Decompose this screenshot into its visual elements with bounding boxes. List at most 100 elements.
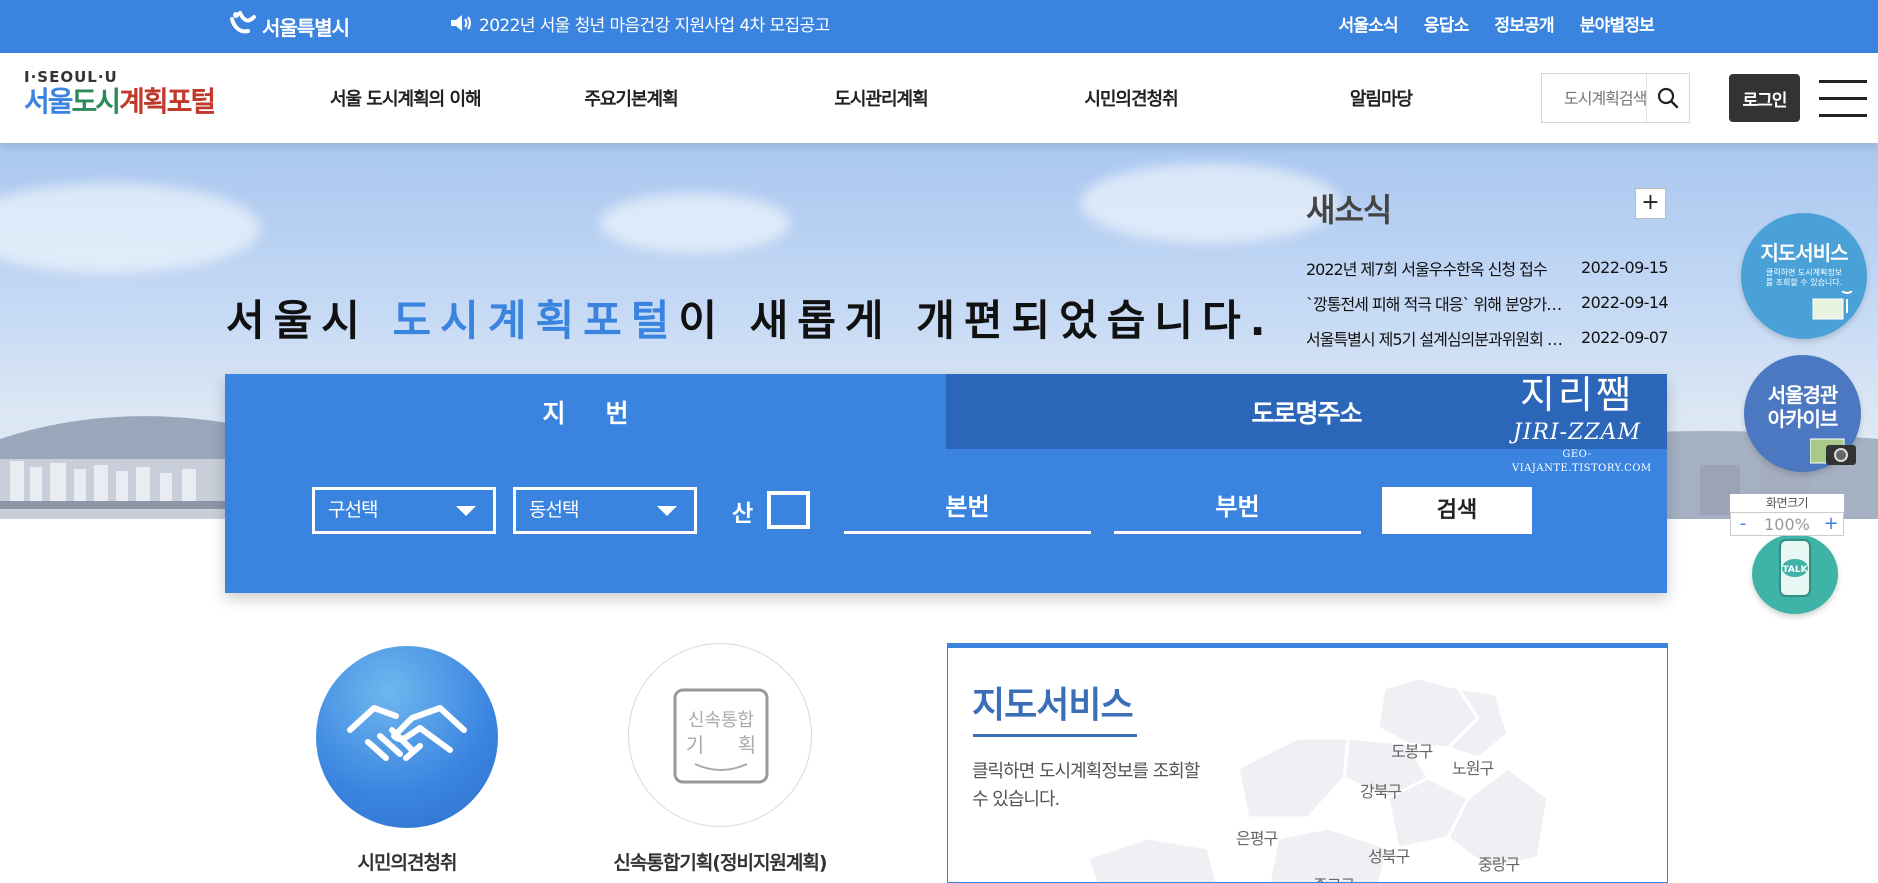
top-link-field-info[interactable]: 분야별정보 bbox=[1580, 11, 1655, 36]
zoom-buttons: - 100% + bbox=[1730, 512, 1844, 536]
cloud-decoration bbox=[1080, 163, 1340, 243]
zoom-out-button[interactable]: - bbox=[1731, 513, 1755, 535]
address-search-panel: 지번 도로명주소 구선택 동선택 산 본번 부번 검색 bbox=[225, 374, 1667, 593]
nav-basic-plans[interactable]: 주요기본계획 bbox=[506, 85, 756, 111]
landscape-archive-label: 서울경관 아카이브 bbox=[1767, 383, 1839, 431]
district-label[interactable]: 도봉구 bbox=[1391, 738, 1433, 762]
news-item[interactable]: `깡통전세 피해 적극 대응` 위해 분양가 공개 2022-09-14 bbox=[1306, 285, 1669, 320]
svg-text:기: 기 bbox=[686, 733, 704, 757]
top-link-disclosure[interactable]: 정보공개 bbox=[1494, 11, 1554, 36]
top-link-response[interactable]: 응답소 bbox=[1424, 11, 1469, 36]
seoul-logo-icon bbox=[230, 11, 256, 34]
dong-select-value: 동선택 bbox=[529, 499, 579, 521]
map-card-underline bbox=[973, 734, 1137, 737]
address-search-button[interactable]: 검색 bbox=[1382, 487, 1532, 534]
search-button[interactable] bbox=[1646, 74, 1689, 122]
zoom-control: 화면크기 - 100% + bbox=[1730, 494, 1844, 536]
news-title: 새소식 bbox=[1306, 191, 1392, 229]
hero-title-suffix: 이 새롭게 개편되었습니다. bbox=[678, 296, 1275, 345]
san-checkbox[interactable] bbox=[767, 491, 810, 529]
chevron-down-icon bbox=[456, 506, 476, 516]
brand-part: 도시 bbox=[71, 85, 122, 118]
brand-part: 계획 bbox=[119, 85, 169, 118]
san-label: 산 bbox=[732, 501, 754, 527]
landscape-archive-quick-button[interactable]: 서울경관 아카이브 bbox=[1744, 355, 1861, 472]
brand-name: 서울도시계획포털 bbox=[24, 85, 244, 119]
map-service-quick-button[interactable]: 지도서비스 클릭하면 도시계획정보를 조회할 수 있습니다. bbox=[1741, 213, 1867, 339]
seoul-logo[interactable]: 서울특별시 bbox=[226, 6, 350, 46]
main-nav: 서울 도시계획의 이해 주요기본계획 도시관리계획 시민의견청취 알림마당 bbox=[330, 53, 1506, 143]
watermark-title: 지리쨈 bbox=[1520, 373, 1634, 417]
top-links: 서울소식 응답소 정보공개 분야별정보 bbox=[1339, 10, 1655, 36]
watermark-url: GEO-VIAJANTE.TISTORY.COM bbox=[1512, 449, 1652, 474]
camera-icon bbox=[1810, 438, 1856, 465]
search-icon bbox=[1657, 87, 1679, 109]
fast-integrated-planning-card[interactable]: 신속통합 기 획 bbox=[628, 643, 812, 827]
district-label[interactable]: 종로구 bbox=[1313, 872, 1355, 882]
news-item[interactable]: 2022년 제7회 서울우수한옥 신청 접수 2022-09-15 bbox=[1306, 250, 1669, 285]
phone-talk-icon: TALK bbox=[1779, 539, 1811, 597]
speaker-icon bbox=[451, 15, 471, 31]
district-label[interactable]: 성북구 bbox=[1368, 843, 1410, 867]
bubun-input[interactable]: 부번 bbox=[1114, 487, 1361, 534]
brand-part: 서울 bbox=[24, 85, 74, 118]
talk-chat-button[interactable]: TALK bbox=[1752, 534, 1838, 614]
district-label[interactable]: 노원구 bbox=[1452, 755, 1494, 779]
gu-select[interactable]: 구선택 bbox=[312, 487, 496, 534]
hero-headline: 서울시 도시계획포털이 새롭게 개편되었습니다. bbox=[226, 287, 1275, 348]
portal-search bbox=[1541, 73, 1690, 123]
talk-text: TALK bbox=[1782, 565, 1808, 575]
map-service-quick-desc: 클릭하면 도시계획정보를 조회할 수 있습니다. bbox=[1765, 268, 1843, 287]
zoom-value: 100% bbox=[1764, 514, 1810, 534]
search-tabs: 지번 도로명주소 bbox=[225, 374, 1667, 449]
cloud-decoration bbox=[600, 193, 790, 253]
portal-logo[interactable]: I·SEOUL·U 서울도시계획포털 bbox=[24, 69, 244, 131]
login-button[interactable]: 로그인 bbox=[1729, 74, 1800, 122]
news-item-title: 서울특별시 제5기 설계심의분과위원회 위원 bbox=[1306, 329, 1564, 349]
top-bar: 서울특별시 2022년 서울 청년 마음건강 지원사업 4차 모집공고 서울소식… bbox=[0, 0, 1878, 53]
gu-select-value: 구선택 bbox=[328, 499, 378, 521]
news-item-date: 2022-09-14 bbox=[1581, 293, 1669, 312]
hero-title-highlight: 도시계획포털 bbox=[392, 296, 679, 345]
header: I·SEOUL·U 서울도시계획포털 서울 도시계획의 이해 주요기본계획 도시… bbox=[0, 53, 1878, 143]
cloud-decoration bbox=[0, 183, 260, 273]
news-more-button[interactable]: + bbox=[1635, 188, 1666, 219]
nav-citizen-opinion[interactable]: 시민의견청취 bbox=[1006, 85, 1256, 111]
tab-jibun[interactable]: 지번 bbox=[225, 374, 946, 449]
top-link-news[interactable]: 서울소식 bbox=[1339, 11, 1399, 36]
map-pin-icon bbox=[1812, 291, 1853, 320]
nav-management-plans[interactable]: 도시관리계획 bbox=[756, 85, 1006, 111]
district-label[interactable]: 강북구 bbox=[1360, 778, 1402, 802]
map-service-card[interactable]: 지도서비스 클릭하면 도시계획정보를 조회할 수 있습니다. 도봉구 노원구 강… bbox=[947, 643, 1668, 883]
news-item-date: 2022-09-15 bbox=[1581, 258, 1669, 277]
news-item-title: 2022년 제7회 서울우수한옥 신청 접수 bbox=[1306, 259, 1548, 279]
news-item[interactable]: 서울특별시 제5기 설계심의분과위원회 위원 2022-09-07 bbox=[1306, 320, 1669, 355]
search-input[interactable] bbox=[1542, 74, 1646, 122]
brand-part: 포털 bbox=[166, 85, 217, 118]
map-card-description: 클릭하면 도시계획정보를 조회할 수 있습니다. bbox=[972, 761, 1200, 810]
map-service-quick-label: 지도서비스 bbox=[1760, 241, 1849, 265]
bonbun-input[interactable]: 본번 bbox=[844, 487, 1091, 534]
seoul-logo-text: 서울특별시 bbox=[262, 15, 350, 40]
hero-title-prefix: 서울시 bbox=[226, 296, 393, 345]
nav-understanding[interactable]: 서울 도시계획의 이해 bbox=[330, 85, 506, 111]
district-label[interactable]: 은평구 bbox=[1236, 825, 1278, 849]
zoom-in-button[interactable]: + bbox=[1819, 513, 1843, 535]
brand-slogan: I·SEOUL·U bbox=[24, 68, 118, 86]
svg-text:획: 획 bbox=[738, 733, 756, 757]
citizen-opinion-label[interactable]: 시민의견청취 bbox=[316, 848, 498, 875]
dong-select[interactable]: 동선택 bbox=[513, 487, 697, 534]
fast-planning-label[interactable]: 신속통합기획(정비지원계획) bbox=[590, 848, 850, 875]
fast-planning-icon: 신속통합 기 획 bbox=[673, 688, 769, 784]
citizen-opinion-card[interactable] bbox=[316, 646, 498, 828]
watermark: 지리쨈 JIRI-ZZAM GEO-VIAJANTE.TISTORY.COM bbox=[1512, 372, 1652, 484]
news-list: 2022년 제7회 서울우수한옥 신청 접수 2022-09-15 `깡통전세 … bbox=[1306, 250, 1669, 355]
news-panel: 새소식 + 2022년 제7회 서울우수한옥 신청 접수 2022-09-15 … bbox=[1306, 185, 1669, 355]
nav-notice-board[interactable]: 알림마당 bbox=[1256, 85, 1506, 111]
notice-banner[interactable]: 2022년 서울 청년 마음건강 지원사업 4차 모집공고 bbox=[449, 10, 830, 36]
zoom-label: 화면크기 bbox=[1730, 494, 1844, 512]
district-label[interactable]: 중랑구 bbox=[1478, 851, 1520, 875]
hamburger-menu-icon[interactable] bbox=[1819, 80, 1867, 118]
news-item-title: `깡통전세 피해 적극 대응` 위해 분양가 공개 bbox=[1306, 294, 1564, 314]
handshake-icon bbox=[347, 705, 467, 761]
